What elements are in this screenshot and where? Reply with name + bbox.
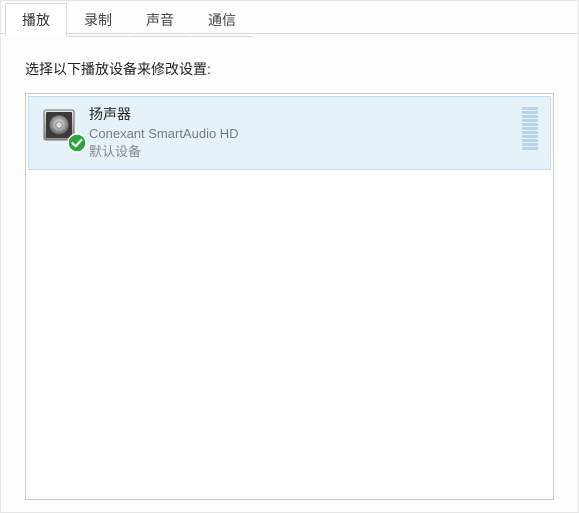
tab-label: 声音: [146, 12, 174, 28]
instruction-text: 选择以下播放设备来修改设置:: [25, 59, 554, 79]
device-driver: Conexant SmartAudio HD: [89, 125, 512, 143]
tab-label: 播放: [22, 12, 50, 28]
level-bar: [522, 147, 538, 150]
device-text-block: 扬声器 Conexant SmartAudio HD 默认设备: [89, 105, 512, 161]
tab-playback[interactable]: 播放: [5, 3, 67, 37]
tab-recording[interactable]: 录制: [67, 3, 129, 37]
tab-label: 录制: [84, 12, 112, 28]
level-bar: [522, 119, 538, 122]
level-bar: [522, 111, 538, 114]
checkmark-icon: [67, 133, 87, 153]
tab-communications[interactable]: 通信: [191, 3, 253, 37]
tab-content-playback: 选择以下播放设备来修改设置:: [1, 37, 578, 500]
device-item-speakers[interactable]: 扬声器 Conexant SmartAudio HD 默认设备: [28, 96, 551, 170]
tab-bar: 播放 录制 声音 通信: [1, 1, 578, 37]
device-status: 默认设备: [89, 143, 512, 161]
volume-level-meter: [520, 107, 538, 150]
level-bar: [522, 123, 538, 126]
level-bar: [522, 143, 538, 146]
level-bar: [522, 127, 538, 130]
level-bar: [522, 107, 538, 110]
level-bar: [522, 131, 538, 134]
sound-settings-panel: 播放 录制 声音 通信 选择以下播放设备来修改设置:: [0, 0, 579, 513]
tab-sounds[interactable]: 声音: [129, 3, 191, 37]
level-bar: [522, 135, 538, 138]
device-icon-wrap: [41, 107, 81, 151]
tab-label: 通信: [208, 12, 236, 28]
device-name: 扬声器: [89, 105, 512, 125]
playback-device-list[interactable]: 扬声器 Conexant SmartAudio HD 默认设备: [25, 93, 554, 500]
tab-divider: [1, 33, 578, 34]
level-bar: [522, 115, 538, 118]
level-bar: [522, 139, 538, 142]
